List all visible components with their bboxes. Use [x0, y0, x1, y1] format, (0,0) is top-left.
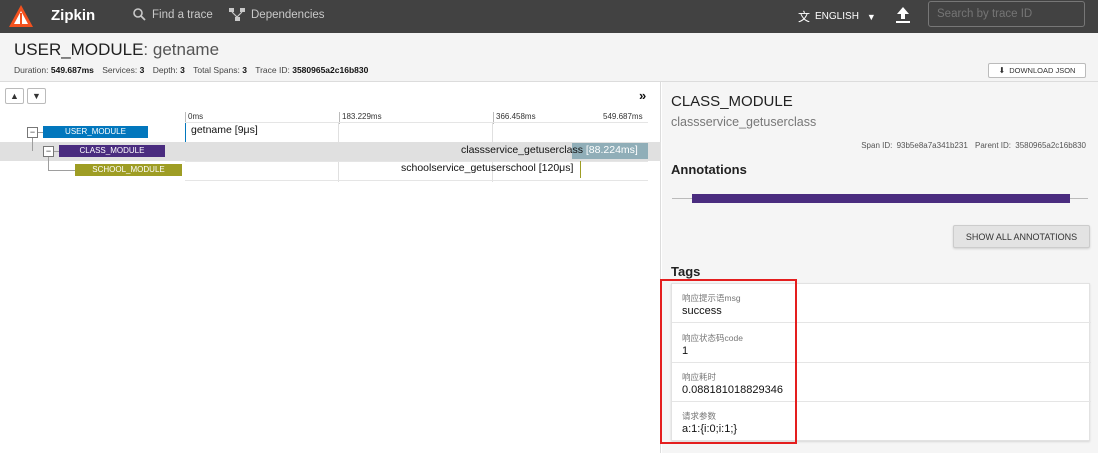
trace-summary: Duration: 549.687ms Services: 3 Depth: 3…: [14, 65, 374, 75]
dependencies-icon: [229, 8, 245, 21]
parent-id-value: 3580965a2c16b830: [1015, 141, 1086, 150]
service-badge-user-module: USER_MODULE: [43, 126, 148, 138]
download-json-button[interactable]: ⬇ DOWNLOAD JSON: [988, 63, 1086, 78]
depth-value: 3: [180, 65, 185, 75]
tag-row: 响应耗时 0.088181018829346: [672, 363, 1091, 402]
collapse-toggle[interactable]: −: [27, 127, 38, 138]
show-all-annotations-button[interactable]: SHOW ALL ANNOTATIONS: [953, 225, 1090, 248]
span-row[interactable]: − USER_MODULE getname [9μs]: [0, 123, 661, 142]
services-value: 3: [139, 65, 145, 75]
duration-value: 549.687ms: [50, 65, 94, 75]
tag-key: 响应状态码code: [682, 333, 743, 343]
zipkin-logo-icon[interactable]: [8, 4, 34, 28]
expand-down-button[interactable]: ▼: [27, 88, 46, 104]
collapse-toggle[interactable]: −: [43, 146, 54, 157]
service-badge-class-module: CLASS_MODULE: [59, 145, 165, 157]
tag-value: 1: [682, 345, 689, 357]
timeline-panel: ▲ ▼ » 0ms 183.229ms 366.458ms 549.687ms …: [0, 82, 661, 453]
annotation-bar[interactable]: [692, 194, 1070, 203]
span-row[interactable]: SCHOOL_MODULE schoolservice_getuserschoo…: [0, 157, 661, 180]
chevron-down-icon: ▼: [866, 11, 876, 22]
nav-dependencies[interactable]: Dependencies: [229, 8, 325, 21]
tag-key: 响应提示语msg: [682, 293, 741, 303]
brand-name[interactable]: Zipkin: [51, 7, 95, 24]
span-label: getname [9μs]: [191, 124, 258, 136]
tree-connector: [48, 170, 75, 171]
span-ids: Span ID: 93b5e8a7a341b231 Parent ID: 358…: [861, 141, 1086, 150]
depth-label: Depth:: [152, 65, 178, 75]
tags-heading: Tags: [671, 264, 701, 279]
chevron-up-icon: ▲: [10, 91, 19, 101]
collapse-up-button[interactable]: ▲: [5, 88, 24, 104]
span-bar: [185, 123, 186, 142]
span-label: classservice_getuserclass [88.224ms]: [461, 144, 638, 156]
top-navbar: Zipkin Find a trace Dependencies 文 ENGLI…: [0, 0, 1098, 33]
duration-label: Duration:: [14, 65, 49, 75]
tag-value: a:1:{i:0;i:1;}: [682, 423, 738, 435]
tag-key: 响应耗时: [682, 372, 717, 382]
trace-id-label: Trace ID:: [255, 65, 290, 75]
services-label: Services:: [102, 65, 138, 75]
expand-panel-button[interactable]: »: [639, 88, 646, 103]
tags-table: 响应提示语msg success 响应状态码code 1 响应耗时 0.0881…: [671, 283, 1091, 441]
trace-title: USER_MODULE: getname: [14, 40, 219, 60]
span-row-selected[interactable]: − CLASS_MODULE classservice_getuserclass…: [0, 138, 661, 161]
tag-value: 0.088181018829346: [682, 384, 783, 396]
translate-icon: 文: [798, 10, 811, 24]
tag-value: success: [682, 305, 722, 317]
service-badge-school-module: SCHOOL_MODULE: [75, 164, 182, 176]
download-json-label: DOWNLOAD JSON: [1009, 66, 1076, 75]
grid-line: [185, 180, 648, 181]
span-label: schoolservice_getuserschool [120μs]: [401, 162, 574, 174]
trace-id-value: 3580965a2c16b830: [292, 65, 369, 75]
tag-row: 响应提示语msg success: [672, 284, 1091, 323]
span-detail-panel: CLASS_MODULE classservice_getuserclass S…: [662, 82, 1098, 453]
tree-connector: [32, 138, 33, 151]
total-spans-value: 3: [242, 65, 247, 75]
tree-connector: [48, 157, 49, 170]
detail-service-name: CLASS_MODULE: [671, 93, 793, 110]
language-label: ENGLISH: [815, 11, 859, 22]
search-icon: [133, 8, 146, 21]
trace-header: USER_MODULE: getname Duration: 549.687ms…: [0, 33, 1098, 82]
trace-span-name: : getname: [143, 40, 220, 59]
span-id-label: Span ID:: [861, 141, 893, 150]
span-bar: [580, 161, 581, 178]
span-id-value: 93b5e8a7a341b231: [896, 141, 968, 150]
language-selector[interactable]: 文 ENGLISH ▼: [798, 8, 876, 25]
tag-row: 请求参数 a:1:{i:0;i:1;}: [672, 402, 1091, 441]
trace-service-name: USER_MODULE: [14, 40, 144, 59]
detail-span-name: classservice_getuserclass: [671, 115, 817, 129]
trace-id-search-input[interactable]: [928, 1, 1085, 27]
download-icon: ⬇: [998, 66, 1006, 75]
upload-icon[interactable]: [893, 5, 913, 25]
tag-key: 请求参数: [682, 411, 717, 421]
span-label-duration: [88.224ms]: [585, 144, 638, 156]
span-label-name: classservice_getuserclass: [461, 144, 583, 156]
double-chevron-right-icon: »: [639, 88, 647, 103]
annotations-heading: Annotations: [671, 162, 747, 177]
chevron-down-icon: ▼: [32, 91, 41, 101]
nav-find-trace-label: Find a trace: [152, 8, 213, 21]
nav-dependencies-label: Dependencies: [251, 8, 325, 21]
tag-row: 响应状态码code 1: [672, 324, 1091, 363]
total-spans-label: Total Spans:: [193, 65, 240, 75]
nav-find-trace[interactable]: Find a trace: [133, 8, 213, 21]
parent-id-label: Parent ID:: [975, 141, 1012, 150]
